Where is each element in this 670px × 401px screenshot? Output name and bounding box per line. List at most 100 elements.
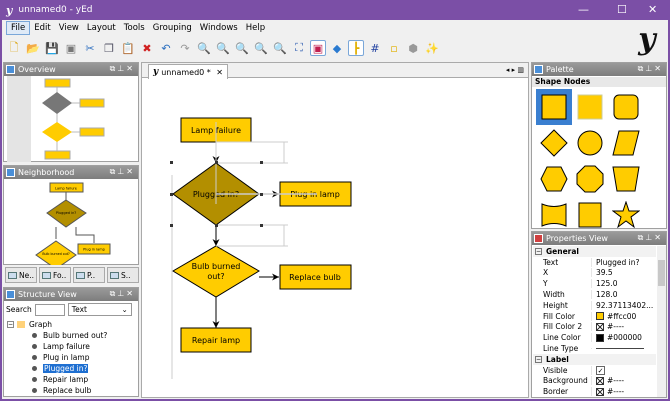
palette-shape-parallelogram[interactable] bbox=[608, 125, 644, 161]
copy-icon[interactable]: ❐ bbox=[101, 40, 117, 56]
palette-shape-ellipse[interactable] bbox=[572, 125, 608, 161]
search-label: Search bbox=[6, 305, 32, 314]
prop-fill-color-2[interactable]: Fill Color 2 #---- bbox=[533, 322, 656, 333]
palette-shape-trapezoid[interactable] bbox=[608, 161, 644, 197]
prop-fill-color[interactable]: Fill Color #ffcc00 bbox=[533, 311, 656, 322]
line-type-preview bbox=[596, 348, 644, 350]
palette-shape-rectangle-plain[interactable] bbox=[572, 89, 608, 125]
neighborhood-canvas[interactable]: Lamp failure Plugged in? Bulb burned out… bbox=[4, 179, 138, 265]
zoom-out-icon[interactable]: 🔍 bbox=[215, 40, 231, 56]
panel-controls[interactable]: ⧉⊥✕ bbox=[110, 64, 135, 74]
print-icon[interactable]: ▣ bbox=[63, 40, 79, 56]
node-icon bbox=[32, 355, 37, 360]
list-item[interactable]: Repair lamp bbox=[7, 374, 107, 385]
diagram-canvas[interactable]: Lamp failure Plugged in? Plug in lamp Bu… bbox=[142, 79, 528, 397]
panel-controls[interactable]: ⧉⊥✕ bbox=[110, 167, 135, 177]
edit-mode-icon[interactable]: ▣ bbox=[310, 40, 326, 56]
tab-scroll-icons[interactable]: ◂ ▸ ▥ bbox=[506, 66, 524, 74]
panel-controls[interactable]: ⧉⊥✕ bbox=[638, 64, 663, 74]
prop-value: #000000 bbox=[607, 333, 642, 343]
wizard-icon[interactable]: ✨ bbox=[424, 40, 440, 56]
menu-tools[interactable]: Tools bbox=[120, 22, 149, 34]
panel-controls[interactable]: ⧉⊥✕ bbox=[638, 233, 663, 243]
tab-predecessors[interactable]: P.. bbox=[73, 267, 105, 283]
open-icon[interactable]: 📂 bbox=[25, 40, 41, 56]
palette-section[interactable]: Shape Nodes bbox=[532, 77, 666, 87]
palette-shape-rectangle[interactable] bbox=[536, 89, 572, 125]
palette-shape-rounded-rectangle[interactable] bbox=[608, 89, 644, 125]
editor-area: y unnamed0 * ✕ ◂ ▸ ▥ Lamp failure Plugged … bbox=[141, 62, 529, 398]
list-item-selected[interactable]: Plugged in? bbox=[7, 363, 107, 374]
fit-content-icon[interactable]: ⛶ bbox=[291, 40, 307, 56]
list-item[interactable]: Bulb burned out? bbox=[7, 330, 107, 341]
menu-view[interactable]: View bbox=[55, 22, 83, 34]
properties-scrollbar[interactable] bbox=[657, 246, 666, 397]
menu-help[interactable]: Help bbox=[242, 22, 269, 34]
grid-icon[interactable]: # bbox=[367, 40, 383, 56]
paste-icon[interactable]: 📋 bbox=[120, 40, 136, 56]
search-input[interactable] bbox=[34, 303, 65, 316]
prop-visible[interactable]: Visible ✓ bbox=[533, 365, 656, 376]
palette-shape-rect-small[interactable] bbox=[572, 197, 608, 233]
prop-line-type[interactable]: Line Type bbox=[533, 343, 656, 354]
panel-controls[interactable]: ⧉⊥✕ bbox=[110, 289, 135, 299]
node-icon bbox=[32, 333, 37, 338]
minimize-button[interactable]: — bbox=[578, 3, 589, 16]
tab-successors[interactable]: S.. bbox=[107, 267, 139, 283]
overview-icon bbox=[6, 65, 15, 74]
section-label[interactable]: − Label bbox=[533, 353, 656, 365]
tab-unnamed0[interactable]: y unnamed0 * ✕ bbox=[148, 64, 228, 79]
prop-text[interactable]: Text Plugged in? bbox=[533, 257, 656, 268]
filter-select[interactable]: Text ⌄ bbox=[67, 303, 132, 316]
new-icon[interactable]: 🗋 bbox=[6, 40, 22, 56]
prop-y[interactable]: Y 125.0 bbox=[533, 278, 656, 289]
close-tab-icon[interactable]: ✕ bbox=[216, 68, 223, 77]
cut-icon[interactable]: ✂ bbox=[82, 40, 98, 56]
orthogonal-edges-icon[interactable]: ┣ bbox=[348, 40, 364, 56]
list-item[interactable]: Plug in lamp bbox=[7, 352, 107, 363]
tree-root[interactable]: − Graph bbox=[7, 319, 107, 330]
panel-tabs: Ne.. Fo.. P.. S.. bbox=[5, 267, 139, 283]
tab-folding[interactable]: Fo.. bbox=[39, 267, 71, 283]
menu-file[interactable]: File bbox=[6, 21, 31, 35]
zoom-selection-icon[interactable]: 🔍 bbox=[234, 40, 250, 56]
menu-grouping[interactable]: Grouping bbox=[149, 22, 196, 34]
palette-shape-diamond[interactable] bbox=[536, 125, 572, 161]
prop-height[interactable]: Height 92.37113402... bbox=[533, 300, 656, 311]
palette-shape-octagon[interactable] bbox=[572, 161, 608, 197]
redo-icon[interactable]: ↷ bbox=[177, 40, 193, 56]
palette-shape-star[interactable] bbox=[608, 197, 644, 233]
palette-shape-hexagon[interactable] bbox=[536, 161, 572, 197]
prop-width[interactable]: Width 128.0 bbox=[533, 289, 656, 300]
zoom-area-icon[interactable]: 🔍 bbox=[272, 40, 288, 56]
no-color-icon bbox=[596, 322, 604, 331]
section-general[interactable]: − General bbox=[533, 246, 656, 257]
zoom-in-icon[interactable]: 🔍 bbox=[196, 40, 212, 56]
port-icon[interactable]: ▫ bbox=[386, 40, 402, 56]
menu-edit[interactable]: Edit bbox=[30, 22, 54, 34]
overview-canvas[interactable] bbox=[4, 76, 138, 162]
save-icon[interactable]: 💾 bbox=[44, 40, 60, 56]
list-item[interactable]: Replace bulb bbox=[7, 385, 107, 396]
list-item[interactable]: Lamp failure bbox=[7, 341, 107, 352]
prop-line-color[interactable]: Line Color #000000 bbox=[533, 332, 656, 343]
navigation-icon[interactable]: ◆ bbox=[329, 40, 345, 56]
delete-icon[interactable]: ✖ bbox=[139, 40, 155, 56]
close-button[interactable]: ✕ bbox=[648, 3, 657, 16]
prop-border[interactable]: Border #---- bbox=[533, 386, 656, 397]
group-icon[interactable]: ⬢ bbox=[405, 40, 421, 56]
prop-x[interactable]: X 39.5 bbox=[533, 268, 656, 279]
menu-windows[interactable]: Windows bbox=[196, 22, 242, 34]
tab-neighborhood[interactable]: Ne.. bbox=[5, 267, 37, 283]
menu-layout[interactable]: Layout bbox=[83, 22, 120, 34]
structure-icon bbox=[6, 290, 15, 299]
color-swatch-icon bbox=[596, 312, 604, 321]
zoom-icon[interactable]: 🔍 bbox=[253, 40, 269, 56]
yed-logo-icon: y bbox=[153, 67, 159, 77]
prop-background[interactable]: Background #---- bbox=[533, 376, 656, 387]
structure-tree: − Graph Bulb burned out? Lamp failure Plu… bbox=[7, 319, 107, 396]
palette-shape-banner[interactable] bbox=[536, 197, 572, 233]
undo-icon[interactable]: ↶ bbox=[158, 40, 174, 56]
maximize-button[interactable]: ☐ bbox=[617, 3, 627, 16]
prop-key: Fill Color bbox=[543, 311, 575, 321]
